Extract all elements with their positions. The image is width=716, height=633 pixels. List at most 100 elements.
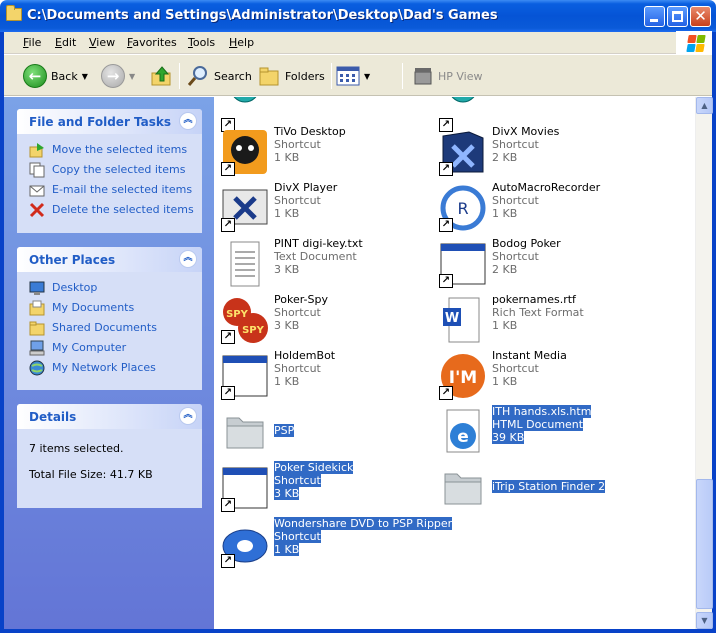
collapse-chevron-icon[interactable]: ︽ [179, 250, 197, 268]
delete-selected-items[interactable]: Delete the selected items [29, 202, 194, 222]
shortcut-arrow-icon: ↗ [221, 554, 235, 568]
title-bar[interactable]: C:\Documents and Settings\Administrator\… [0, 0, 716, 32]
file-item[interactable]: ↗ TiVo Desktop Shortcut 1 KB [217, 125, 432, 177]
svg-text:SPY: SPY [226, 309, 249, 320]
file-name: iTrip Station Finder 2 [492, 480, 606, 493]
svg-text:SPY: SPY [242, 325, 265, 336]
menu-file[interactable]: File [23, 36, 41, 49]
file-size: 2 KB [492, 151, 518, 164]
file-item[interactable]: ↗ DivX Player Shortcut 1 KB [217, 181, 432, 233]
menu-help[interactable]: Help [229, 36, 254, 49]
file-type: Shortcut [492, 138, 539, 151]
ie-icon: e [439, 408, 487, 456]
file-type: Shortcut [274, 306, 321, 319]
file-item[interactable]: SPY SPY ↗ Poker-Spy Shortcut 3 KB [217, 293, 432, 345]
move-selected-items[interactable]: Move the selected items [29, 142, 190, 162]
toolbar: ← Back ▼ → ▼ Search Folders ▼ HP View [4, 55, 712, 96]
details-header[interactable]: Details ︽ [17, 404, 202, 429]
forward-dropdown-icon[interactable]: ▼ [129, 72, 135, 81]
shortcut-arrow-icon: ↗ [439, 386, 453, 400]
email-icon [29, 185, 45, 197]
file-item[interactable]: I'M ↗ Instant Media Shortcut 1 KB [435, 349, 650, 401]
file-item[interactable]: ↗ HoldemBot Shortcut 1 KB [217, 349, 432, 401]
file-item[interactable]: PSP [217, 405, 432, 457]
forward-button[interactable]: → ▼ [101, 63, 135, 89]
vertical-scrollbar[interactable]: ▲ ▼ [695, 97, 713, 629]
email-selected-items[interactable]: E-mail the selected items [29, 182, 192, 202]
window-icon: ↗ [221, 464, 269, 512]
place-shared-documents[interactable]: Shared Documents [29, 320, 190, 340]
file-item[interactable]: e ITH hands.xls.htm HTML Document 39 KB [435, 405, 650, 457]
file-name: AutoMacroRecorder [492, 181, 601, 194]
file-item[interactable]: ↗ Wondershare DVD to PSP Ripper Shortcut 1 … [217, 517, 453, 569]
wordpad-icon: W [439, 296, 487, 344]
shortcut-arrow-icon: ↗ [439, 218, 453, 232]
my-documents-icon [29, 300, 45, 316]
poker-spy-icon: SPY SPY ↗ [221, 296, 269, 344]
window-title: C:\Documents and Settings\Administrator\… [27, 8, 498, 23]
place-my-network-places[interactable]: My Network Places [29, 360, 190, 380]
menu-bar: File Edit View Favorites Tools Help [4, 32, 712, 54]
views-button[interactable]: ▼ [336, 63, 370, 89]
file-item[interactable]: Wpokernames.rtf Rich Text Format 1 KB [435, 293, 650, 345]
file-name: ITH hands.xls.htm [492, 405, 592, 418]
back-dropdown-icon[interactable]: ▼ [82, 72, 88, 81]
svg-text:I'M: I'M [449, 368, 477, 388]
menu-tools[interactable]: Tools [188, 36, 215, 49]
file-name: PSP [274, 424, 295, 437]
file-item[interactable]: PINT digi-key.txt Text Document 3 KB [217, 237, 432, 289]
scroll-thumb[interactable] [696, 479, 713, 609]
file-meta: Poker Sidekick Shortcut 3 KB [274, 461, 434, 500]
folder-icon [6, 5, 22, 21]
shortcut-arrow-icon: ↗ [221, 218, 235, 232]
instant-media-icon: I'M ↗ [439, 352, 487, 400]
place-desktop[interactable]: Desktop [29, 280, 190, 300]
close-button[interactable]: ✕ [690, 6, 711, 27]
file-type: Shortcut [492, 250, 539, 263]
folder-icon [439, 464, 487, 512]
minimize-button[interactable] [644, 6, 665, 27]
folders-icon [259, 67, 279, 86]
place-my-computer[interactable]: My Computer [29, 340, 190, 360]
window-icon: ↗ [439, 240, 487, 288]
file-type: Shortcut [274, 362, 321, 375]
copy-selected-items[interactable]: Copy the selected items [29, 162, 190, 182]
file-size: 1 KB [274, 375, 300, 388]
file-type: Shortcut [274, 530, 321, 543]
search-button[interactable]: Search [186, 63, 252, 89]
views-dropdown-icon: ▼ [364, 71, 371, 81]
hp-view-button[interactable]: HP View [413, 63, 483, 89]
task-pane: File and Folder Tasks ︽ Move the selecte… [4, 97, 214, 629]
menu-view[interactable]: View [89, 36, 115, 49]
folders-button[interactable]: Folders [257, 63, 325, 89]
other-places-header[interactable]: Other Places ︽ [17, 247, 202, 272]
windows-logo-icon [676, 31, 712, 55]
menu-edit[interactable]: Edit [55, 36, 76, 49]
scroll-down-button[interactable]: ▼ [696, 612, 713, 629]
file-item[interactable]: ↗ DivX Movies Shortcut 2 KB [435, 125, 650, 177]
file-item[interactable]: R ↗ AutoMacroRecorder Shortcut 1 KB [435, 181, 650, 233]
hp-view-icon [414, 68, 432, 85]
file-type: Shortcut [492, 194, 539, 207]
collapse-chevron-icon[interactable]: ︽ [179, 407, 197, 425]
details-panel: Details ︽ 7 items selected. Total File S… [17, 404, 202, 508]
minimize-icon [650, 19, 658, 22]
menu-favorites[interactable]: Favorites [127, 36, 177, 49]
place-my-documents[interactable]: My Documents [29, 300, 190, 320]
file-meta: pokernames.rtf Rich Text Format 1 KB [492, 293, 652, 332]
wondershare-icon: ↗ [221, 520, 269, 568]
file-item[interactable]: iTrip Station Finder 2 [435, 461, 650, 513]
place-label: My Computer [52, 341, 127, 354]
up-folder-button[interactable] [150, 63, 174, 89]
file-list-view[interactable]: ↗ 2 KB ↗ 1 KB ↗TiVo DesktopShortcut1 KB↗DivX… [214, 97, 695, 629]
scroll-up-button[interactable]: ▲ [696, 97, 713, 114]
maximize-button[interactable] [667, 6, 688, 27]
back-button[interactable]: ← Back ▼ [23, 63, 88, 89]
file-folder-tasks-header[interactable]: File and Folder Tasks ︽ [17, 109, 202, 134]
collapse-chevron-icon[interactable]: ︽ [179, 112, 197, 130]
file-item[interactable]: ↗ Poker Sidekick Shortcut 3 KB [217, 461, 432, 513]
file-size: 1 KB [492, 375, 518, 388]
file-type: Shortcut [274, 474, 321, 487]
file-meta: iTrip Station Finder 2 [492, 480, 652, 493]
file-item[interactable]: ↗ Bodog Poker Shortcut 2 KB [435, 237, 650, 289]
